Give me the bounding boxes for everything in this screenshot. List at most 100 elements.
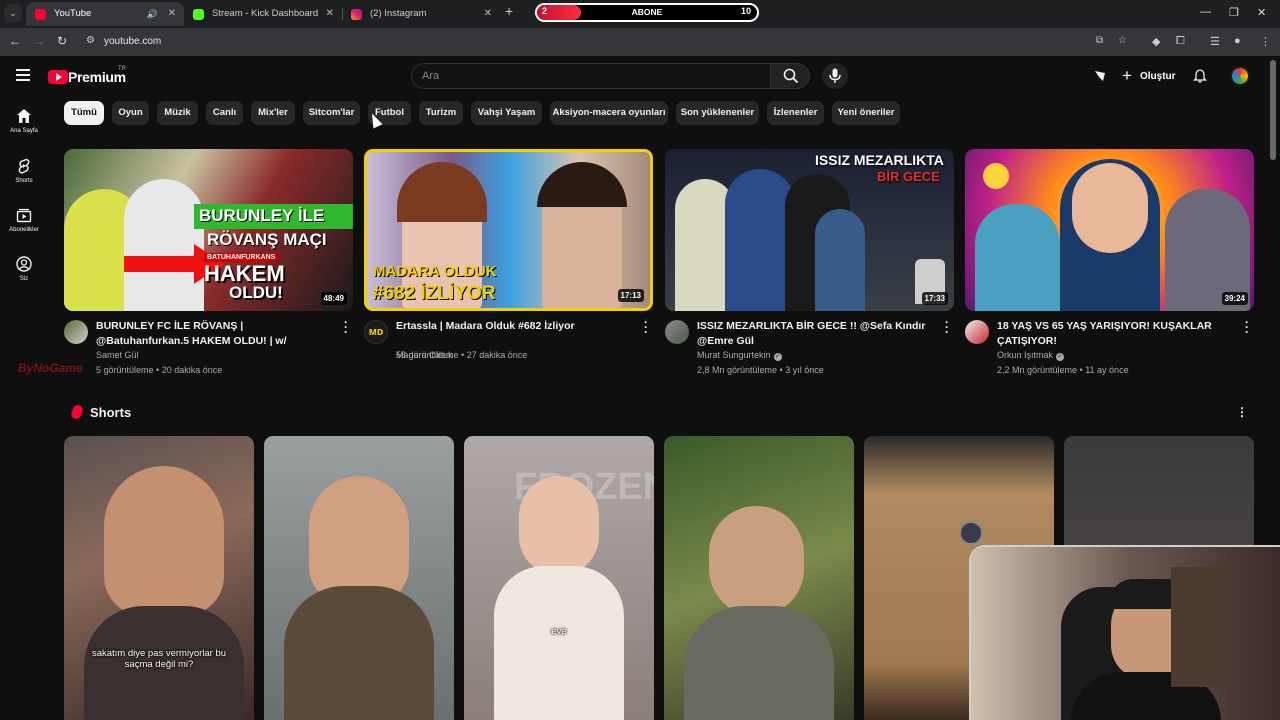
video-title[interactable]: 18 YAŞ VS 65 YAŞ YARIŞIYOR! KUŞAKLAR ÇAT… xyxy=(997,319,1237,349)
chip-live[interactable]: Canlı xyxy=(206,101,243,125)
video-thumbnail[interactable]: 39:24 xyxy=(965,149,1254,311)
close-window-icon[interactable]: ✕ xyxy=(1257,6,1266,19)
create-label: Oluştur xyxy=(1140,71,1176,82)
shorts-more-icon[interactable]: ⋮ xyxy=(1236,405,1248,419)
video-meta: 5 görüntüleme • 20 dakika önce xyxy=(96,365,223,375)
sidebar-item-shorts[interactable]: Shorts xyxy=(0,148,48,194)
chip-mixes[interactable]: Mix'ler xyxy=(251,101,295,125)
reload-icon[interactable]: ↻ xyxy=(57,34,67,48)
more-actions-icon[interactable]: · · · xyxy=(344,316,350,338)
new-tab-button[interactable]: + xyxy=(505,3,513,19)
sidebar-item-home[interactable]: Ana Sayfa xyxy=(0,98,48,144)
kick-favicon-icon xyxy=(193,9,204,20)
search-input[interactable] xyxy=(422,68,752,84)
close-tab-icon[interactable]: ✕ xyxy=(484,2,492,26)
install-app-icon[interactable]: ⧉ xyxy=(1096,35,1103,46)
video-title[interactable]: Ertassla | Madara Olduk #682 İzliyor xyxy=(396,319,636,334)
stream-watermark: ByNoGame xyxy=(18,361,83,375)
channel-avatar[interactable] xyxy=(665,320,689,344)
search-box xyxy=(411,63,770,89)
menu-icon[interactable] xyxy=(16,69,30,81)
channel-name[interactable]: Samet Gül xyxy=(96,350,139,360)
tab-instagram[interactable]: (2) Instagram ✕ xyxy=(342,2,500,26)
thumb-text: OLDU! xyxy=(229,283,283,302)
short-object xyxy=(959,521,983,545)
browser-menu-icon[interactable]: ⋮ xyxy=(1260,35,1271,48)
channel-avatar[interactable] xyxy=(64,320,88,344)
thumb-text: HAKEM xyxy=(204,261,285,286)
shorts-icon xyxy=(18,158,30,174)
omnibox[interactable]: ⚙ youtube.com ⧉ ☆ xyxy=(78,31,1138,53)
thumb-figure xyxy=(815,209,865,311)
chip-new-to-you[interactable]: Yeni öneriler xyxy=(832,101,900,125)
upload-age: 20 dakika önce xyxy=(161,365,223,375)
close-tab-icon[interactable]: ✕ xyxy=(326,2,334,26)
reading-list-icon[interactable]: ☰ xyxy=(1210,35,1220,48)
channel-avatar[interactable]: ᴍᴅ xyxy=(364,320,388,344)
extension-cast-icon[interactable] xyxy=(1093,69,1107,83)
bookmark-star-icon[interactable]: ☆ xyxy=(1118,35,1127,46)
forward-icon[interactable]: → xyxy=(33,34,45,48)
voice-search-button[interactable] xyxy=(822,63,848,89)
chip-wildlife[interactable]: Vahşi Yaşam xyxy=(471,101,542,125)
video-duration: 17:33 xyxy=(921,292,948,305)
tab-search-button[interactable]: ⌄ xyxy=(4,4,22,22)
short-face xyxy=(709,506,804,616)
chip-sitcoms[interactable]: Sitcom'lar xyxy=(303,101,360,125)
channel-avatar[interactable] xyxy=(965,320,989,344)
page-scrollbar[interactable] xyxy=(1270,60,1276,160)
extensions-puzzle-icon[interactable]: ⧠ xyxy=(1176,35,1185,48)
back-icon[interactable]: ← xyxy=(9,34,21,48)
short-card[interactable]: sakatım diye pas vermiyorlar bu saçma de… xyxy=(64,436,254,720)
more-actions-icon[interactable]: · · · xyxy=(644,316,650,338)
tab-youtube[interactable]: YouTube 🔊 ✕ xyxy=(26,2,184,26)
youtube-favicon-icon xyxy=(35,9,46,20)
restore-icon[interactable]: ❐ xyxy=(1229,6,1239,19)
url-text: youtube.com xyxy=(104,36,162,47)
short-body xyxy=(284,586,434,720)
close-tab-icon[interactable]: ✕ xyxy=(168,2,176,26)
chip-action-adventure[interactable]: Aksiyon-macera oyunları xyxy=(550,101,668,125)
upload-age: 11 ay önce xyxy=(1085,365,1129,375)
chip-all[interactable]: Tümü xyxy=(64,101,104,125)
site-info-icon[interactable]: ⚙ xyxy=(86,35,95,46)
chip-watched[interactable]: İzlenenler xyxy=(767,101,824,125)
short-body xyxy=(494,566,624,720)
chip-recently-uploaded[interactable]: Son yüklenenler xyxy=(676,101,759,125)
video-title[interactable]: BURUNLEY FC İLE RÖVANŞ | @Batuhanfurkan.… xyxy=(96,319,336,349)
thumb-text: ISSIZ MEZARLIKTA xyxy=(815,152,944,168)
short-card[interactable] xyxy=(664,436,854,720)
more-actions-icon[interactable]: · · · xyxy=(945,316,951,338)
video-thumbnail[interactable]: MADARA OLDUK #682 İZLİYOR 17:13 xyxy=(364,149,653,311)
speaker-icon[interactable]: 🔊 xyxy=(147,2,158,26)
sidebar-item-subscriptions[interactable]: Abonelikler xyxy=(0,197,48,243)
extension-icon[interactable]: ◆ xyxy=(1152,35,1160,48)
upload-age: 27 dakika önce xyxy=(466,350,528,360)
thumb-text: BURUNLEY İLE xyxy=(199,206,325,225)
video-title[interactable]: ISSIZ MEZARLIKTA BİR GECE !! @Sefa Kındı… xyxy=(697,319,937,349)
minimize-icon[interactable]: — xyxy=(1200,6,1211,18)
video-thumbnail[interactable]: ISSIZ MEZARLIKTA BİR GECE 17:33 xyxy=(665,149,954,311)
short-card[interactable]: FROZEN eve xyxy=(464,436,654,720)
you-icon xyxy=(16,256,32,272)
video-thumbnail[interactable]: BURUNLEY İLE RÖVANŞ MAÇI BATUHANFURKANS … xyxy=(64,149,353,311)
shorts-title: Shorts xyxy=(90,405,132,420)
notifications-bell-icon[interactable] xyxy=(1193,69,1207,83)
chip-music[interactable]: Müzik xyxy=(157,101,198,125)
video-duration: 39:24 xyxy=(1221,292,1248,305)
channel-name[interactable]: Orkun Işıtmak ✓ xyxy=(997,350,1065,361)
short-card[interactable] xyxy=(264,436,454,720)
browser-tabbar: ⌄ YouTube 🔊 ✕ Stream - Kick Dashboard ✕ … xyxy=(0,0,1280,28)
channel-name-text: Orkun Işıtmak xyxy=(997,350,1054,360)
chip-tourism[interactable]: Turizm xyxy=(419,101,463,125)
channel-name[interactable]: Murat Sungurtekin ✓ xyxy=(697,350,782,361)
account-avatar[interactable] xyxy=(1230,66,1250,86)
tab-kick[interactable]: Stream - Kick Dashboard ✕ xyxy=(184,2,342,26)
create-button[interactable]: + Oluştur xyxy=(1118,65,1176,87)
sidebar-item-you[interactable]: Siz xyxy=(0,246,48,292)
search-button[interactable] xyxy=(770,63,810,89)
video-meta: 58 görüntüleme • 27 dakika önce xyxy=(396,350,528,360)
chip-gaming[interactable]: Oyun xyxy=(112,101,149,125)
profile-icon[interactable]: ● xyxy=(1234,35,1241,47)
more-actions-icon[interactable]: · · · xyxy=(1245,316,1251,338)
